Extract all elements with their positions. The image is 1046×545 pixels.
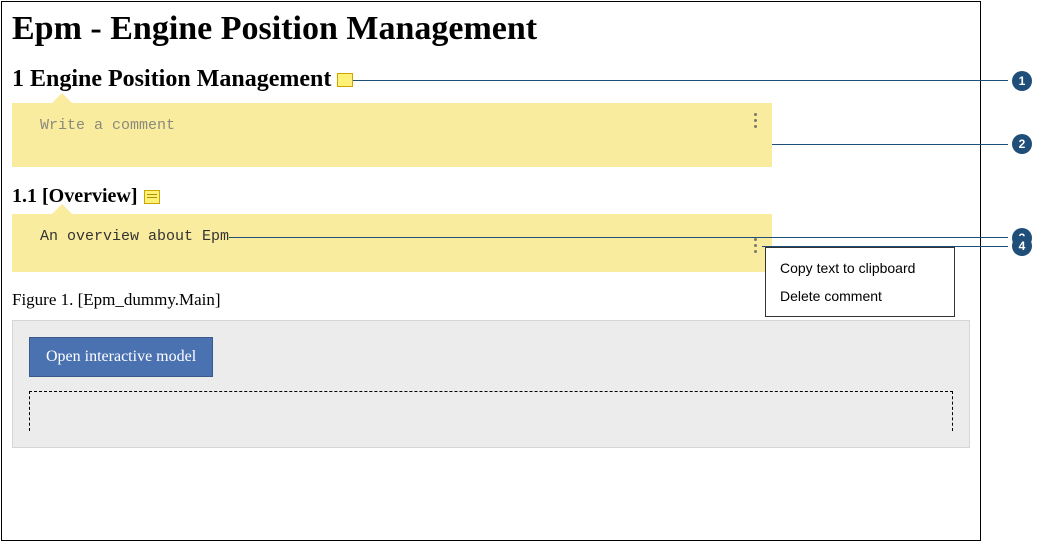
callout-badge: 4: [1012, 236, 1032, 256]
comment-menu-button[interactable]: [748, 109, 762, 131]
comment-box-section-1[interactable]: Write a comment: [12, 103, 772, 167]
callout-line: [353, 80, 1008, 81]
comment-empty-icon[interactable]: [337, 73, 353, 87]
model-panel: Open interactive model: [12, 320, 970, 448]
comment-tail: [52, 93, 72, 103]
context-menu-delete[interactable]: Delete comment: [766, 282, 954, 310]
section-1-1-heading: 1.1 [Overview]: [12, 185, 138, 208]
section-1-1-heading-row: 1.1 [Overview]: [12, 185, 970, 208]
comment-placeholder: Write a comment: [40, 117, 175, 134]
page-title: Epm - Engine Position Management: [12, 10, 970, 48]
model-placeholder-area: [29, 391, 953, 431]
context-menu-copy[interactable]: Copy text to clipboard: [766, 254, 954, 282]
callout-line: [772, 144, 1008, 145]
callout-2: 2: [772, 134, 1032, 154]
callout-1: 1: [353, 71, 1032, 91]
callout-badge: 2: [1012, 134, 1032, 154]
comment-context-menu: Copy text to clipboard Delete comment: [765, 247, 955, 317]
comment-text: An overview about Epm: [40, 228, 229, 245]
section-1-heading: 1 Engine Position Management: [12, 66, 331, 93]
comment-filled-icon[interactable]: [144, 190, 160, 204]
open-interactive-model-button[interactable]: Open interactive model: [29, 337, 213, 377]
callout-badge: 1: [1012, 71, 1032, 91]
comment-tail: [52, 204, 72, 214]
